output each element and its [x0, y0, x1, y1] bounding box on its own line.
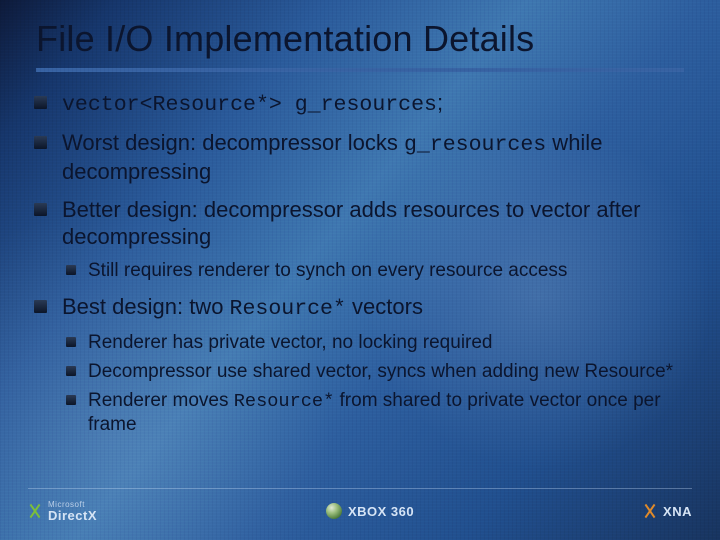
footer-bar: Microsoft DirectX XBOX 360 XNA [0, 492, 720, 530]
bullet-4-sub-2: Decompressor use shared vector, syncs wh… [88, 360, 686, 383]
bullet-2-code: g_resources [404, 133, 546, 157]
bullet-4-sub-3-pre: Renderer moves [88, 390, 234, 411]
xna-brand: XNA [663, 504, 692, 519]
xbox360-brand: XBOX 360 [348, 504, 414, 519]
directx-logo: Microsoft DirectX [28, 501, 97, 522]
bullet-3: Better design: decompressor adds resourc… [62, 197, 686, 282]
bullet-1-tail: ; [437, 90, 443, 115]
bullet-3-sublist: Still requires renderer to synch on ever… [88, 259, 686, 282]
directx-x-icon [28, 504, 42, 518]
bullet-list: vector<Resource*> g_resources; Worst des… [62, 90, 686, 436]
bullet-2: Worst design: decompressor locks g_resou… [62, 130, 686, 185]
bullet-4-sub-3-code: Resource* [234, 390, 335, 412]
directx-brand: DirectX [48, 509, 97, 522]
bullet-4-sublist: Renderer has private vector, no locking … [88, 331, 686, 436]
bullet-4-pre: Best design: two [62, 294, 230, 319]
title-rule [36, 68, 684, 72]
directx-small: Microsoft [48, 501, 95, 509]
bullet-1-code: vector<Resource*> g_resources [62, 93, 437, 117]
xbox360-logo: XBOX 360 [326, 503, 414, 519]
bullet-4-sub-3: Renderer moves Resource* from shared to … [88, 389, 686, 436]
xbox-sphere-icon [326, 503, 342, 519]
bullet-4-code: Resource* [230, 297, 346, 321]
bullet-2-pre: Worst design: decompressor locks [62, 130, 404, 155]
bullet-4-sub-1: Renderer has private vector, no locking … [88, 331, 686, 354]
bullet-1: vector<Resource*> g_resources; [62, 90, 686, 118]
xna-x-icon [643, 504, 657, 518]
slide-title: File I/O Implementation Details [0, 0, 720, 60]
bullet-3-sub-1: Still requires renderer to synch on ever… [88, 259, 686, 282]
bullet-3-text: Better design: decompressor adds resourc… [62, 197, 640, 249]
slide: File I/O Implementation Details vector<R… [0, 0, 720, 540]
bullet-4: Best design: two Resource* vectors Rende… [62, 294, 686, 436]
bullet-4-post: vectors [346, 294, 423, 319]
xna-logo: XNA [643, 504, 692, 519]
